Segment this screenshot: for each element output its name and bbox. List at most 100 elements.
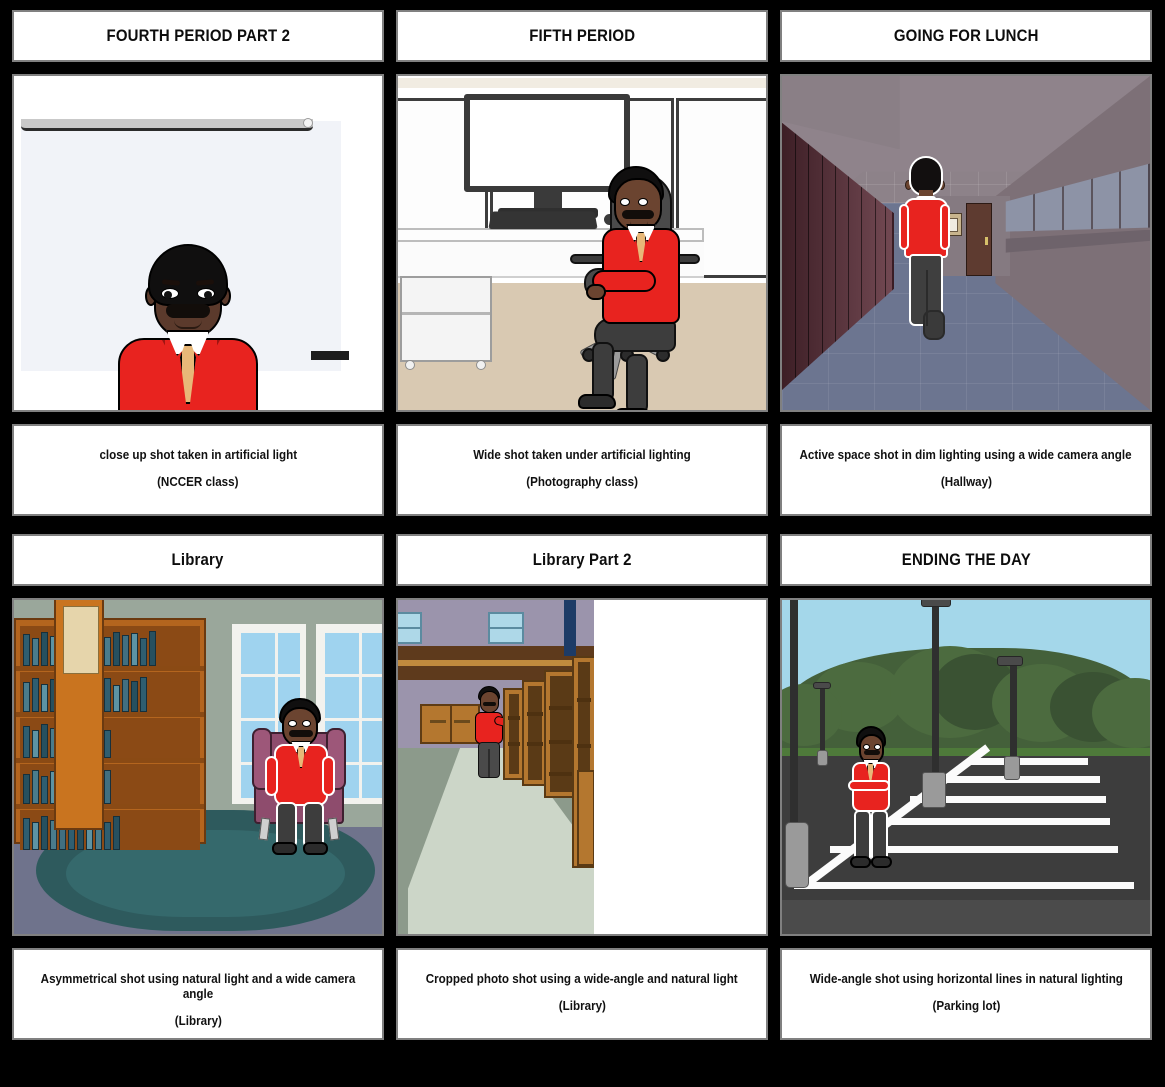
panel-title-card-3[interactable]: GOING FOR LUNCH <box>780 10 1152 62</box>
panel-image-card-2[interactable] <box>396 74 768 412</box>
panel-image-card-4[interactable] <box>12 598 384 936</box>
light-pole-left <box>820 684 825 756</box>
clerestory-window-right <box>488 612 524 644</box>
shelf-board <box>549 772 573 776</box>
storyboard-cell-6[interactable]: ENDING THE DAY Wide-angle shot using hor… <box>780 534 1152 1040</box>
eye-left <box>288 720 297 727</box>
character-standing-parkinglot <box>848 726 894 874</box>
shelf-board <box>549 740 573 744</box>
light-pole-base-foreground <box>785 822 809 888</box>
panel-title-card-2[interactable]: FIFTH PERIOD <box>396 10 768 62</box>
stack-interior <box>528 686 542 780</box>
book <box>23 818 30 850</box>
panel-title-card-6[interactable]: ENDING THE DAY <box>780 534 1152 586</box>
storyboard-cell-5[interactable]: Library Part 2 Cropped photo shot using … <box>396 534 768 1040</box>
shin-right <box>626 354 648 410</box>
book <box>122 679 129 712</box>
book <box>41 684 48 712</box>
panel-image-card-5[interactable] <box>396 598 768 936</box>
storyboard-cell-4[interactable]: Library Asymmetrical shot using natural … <box>12 534 384 1040</box>
book <box>23 726 30 758</box>
parking-stripe <box>794 882 1134 889</box>
shelf-board <box>16 712 204 717</box>
shin-left <box>592 342 614 402</box>
panel-image-card-1[interactable] <box>12 74 384 412</box>
shelf-board <box>527 712 543 716</box>
book <box>104 730 111 758</box>
shelf-bay <box>20 672 200 712</box>
panel-caption-line2-1: (NCCER class) <box>157 475 239 489</box>
eye-left <box>620 198 630 206</box>
light-pole-head-right <box>997 656 1023 666</box>
parking-stripe <box>878 818 1110 825</box>
panel-caption-card-3[interactable]: Active space shot in dim lighting using … <box>780 424 1152 516</box>
book <box>149 631 156 666</box>
storyboard-cell-2[interactable]: FIFTH PERIOD Wide shot taken under artif… <box>396 10 768 516</box>
book <box>113 685 120 712</box>
panel-caption-card-4[interactable]: Asymmetrical shot using natural light an… <box>12 948 384 1040</box>
eye-right <box>197 288 215 299</box>
book <box>104 770 111 804</box>
panel-title-3: GOING FOR LUNCH <box>893 26 1039 45</box>
panel-image-card-3[interactable] <box>780 74 1152 412</box>
panel-title-4: Library <box>172 550 224 569</box>
panel-title-card-5[interactable]: Library Part 2 <box>396 534 768 586</box>
book <box>104 822 111 850</box>
panel-caption-card-6[interactable]: Wide-angle shot using horizontal lines i… <box>780 948 1152 1040</box>
drawer-caster-left <box>405 360 415 370</box>
shelf-board <box>577 698 591 702</box>
legs <box>478 742 500 778</box>
whiteboard-marker <box>311 351 349 360</box>
locker-divider <box>808 122 810 390</box>
shelf-board <box>16 666 204 671</box>
book <box>131 681 138 712</box>
shoe-right <box>614 408 652 410</box>
panel-image-card-6[interactable] <box>780 598 1152 936</box>
panel-caption-card-2[interactable]: Wide shot taken under artificial lightin… <box>396 424 768 516</box>
panel-caption-card-5[interactable]: Cropped photo shot using a wide-angle an… <box>396 948 768 1040</box>
bookshelf <box>14 618 206 850</box>
leg-right <box>871 810 888 862</box>
book <box>32 638 39 666</box>
pupil-left <box>164 291 172 299</box>
storyboard-cell-1[interactable]: FOURTH PERIOD PART 2 close up shot taken… <box>12 10 384 516</box>
light-pole-head-center <box>921 600 951 607</box>
cabinet-handle-left <box>430 720 446 723</box>
light-pole-foreground <box>790 600 798 826</box>
storyboard-cell-3[interactable]: GOING FOR LUNCH Active space shot in dim… <box>780 10 1152 516</box>
shelf-bay <box>20 764 200 804</box>
blue-pillar <box>564 600 576 656</box>
storyboard-row-2: Library Asymmetrical shot using natural … <box>12 534 1153 1040</box>
pupil-right <box>204 291 212 299</box>
drawer-caster-right <box>476 360 486 370</box>
scene-library-stacks-cropped <box>398 600 766 934</box>
grass-strip <box>782 748 1150 756</box>
book <box>23 774 30 804</box>
scene-library-bookshelf-armchair <box>14 600 382 934</box>
mustache <box>622 210 654 219</box>
hair <box>148 244 228 306</box>
eye-right <box>302 720 311 727</box>
arm-left <box>265 756 278 796</box>
shelf-sign <box>63 606 99 674</box>
shelf-board <box>508 742 520 746</box>
eye-left <box>161 288 179 299</box>
panel-caption-line1-3: Active space shot in dim lighting using … <box>799 448 1133 462</box>
drawer-unit <box>400 276 492 362</box>
shelf-bay <box>20 626 200 666</box>
panel-title-card-4[interactable]: Library <box>12 534 384 586</box>
shelf-board <box>527 742 543 746</box>
panel-caption-line1-2: Wide shot taken under artificial lightin… <box>473 448 691 462</box>
book <box>23 682 30 712</box>
book <box>23 634 30 666</box>
book <box>41 724 48 758</box>
panel-title-1: FOURTH PERIOD PART 2 <box>106 26 290 45</box>
panel-caption-card-1[interactable]: close up shot taken in artificial light … <box>12 424 384 516</box>
book <box>32 770 39 804</box>
scene-school-hallway-lockers <box>782 76 1150 410</box>
panel-caption-line2-6: (Parking lot) <box>932 999 1000 1013</box>
panel-title-5: Library Part 2 <box>532 550 632 569</box>
panel-title-card-1[interactable]: FOURTH PERIOD PART 2 <box>12 10 384 62</box>
panel-title-6: ENDING THE DAY <box>901 550 1031 569</box>
arm-right <box>322 756 335 796</box>
